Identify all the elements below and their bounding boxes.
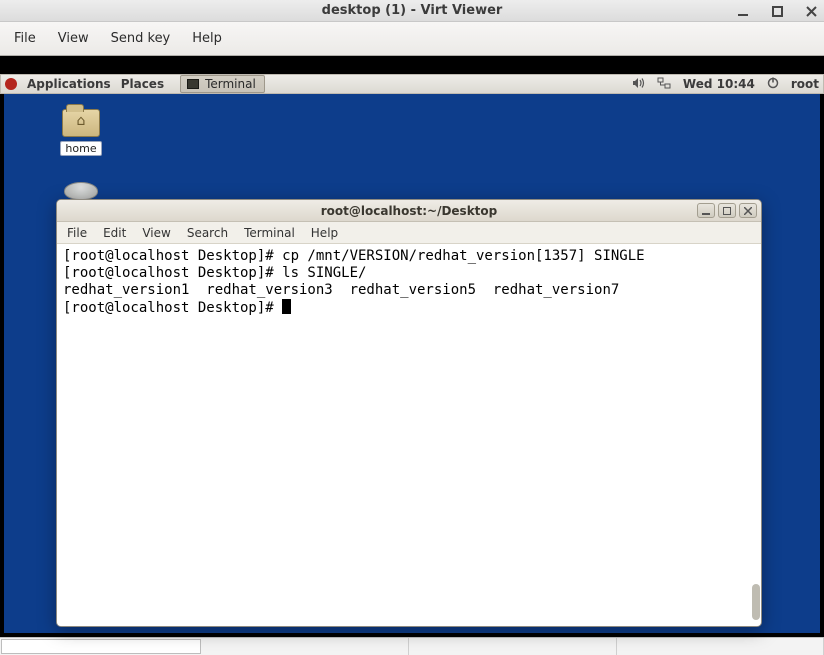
network-icon[interactable] — [657, 77, 671, 92]
trash-icon[interactable] — [64, 182, 98, 200]
home-folder[interactable]: home — [59, 109, 103, 156]
folder-icon — [62, 109, 100, 137]
maximize-icon[interactable] — [770, 4, 784, 18]
terminal-maximize-button[interactable] — [718, 203, 736, 218]
volume-icon[interactable] — [632, 77, 645, 92]
terminal-line-3: [root@localhost Desktop]# — [63, 300, 282, 316]
panel-user[interactable]: root — [791, 77, 819, 91]
terminal-titlebar[interactable]: root@localhost:~/Desktop — [57, 200, 761, 222]
vv-menu-send-key[interactable]: Send key — [111, 31, 171, 46]
minimize-icon[interactable] — [736, 4, 750, 18]
term-menu-help[interactable]: Help — [311, 226, 338, 240]
vv-menu-file[interactable]: File — [14, 31, 36, 46]
terminal-minimize-button[interactable] — [697, 203, 715, 218]
virt-viewer-titlebar: desktop (1) - Virt Viewer — [0, 0, 824, 22]
close-icon[interactable] — [804, 4, 818, 18]
virt-viewer-blackbar — [0, 56, 824, 74]
terminal-line-2: redhat_version1 redhat_version3 redhat_v… — [63, 282, 619, 298]
bottom-strip — [0, 637, 824, 655]
term-menu-search[interactable]: Search — [187, 226, 228, 240]
vv-menu-view[interactable]: View — [58, 31, 89, 46]
terminal-menubar: File Edit View Search Terminal Help — [57, 222, 761, 244]
taskbar-terminal-label: Terminal — [205, 77, 256, 91]
power-icon[interactable] — [767, 77, 779, 92]
virt-viewer-title: desktop (1) - Virt Viewer — [322, 3, 503, 18]
bottom-seg-4 — [617, 638, 824, 655]
redhat-logo-icon[interactable] — [5, 78, 17, 90]
term-menu-file[interactable]: File — [67, 226, 87, 240]
panel-applications[interactable]: Applications — [27, 77, 111, 91]
bottom-seg-3 — [409, 638, 616, 655]
term-menu-view[interactable]: View — [142, 226, 170, 240]
terminal-body[interactable]: [root@localhost Desktop]# cp /mnt/VERSIO… — [57, 244, 761, 626]
bottom-seg-2 — [202, 638, 409, 655]
terminal-line-0: [root@localhost Desktop]# cp /mnt/VERSIO… — [63, 248, 645, 264]
terminal-title: root@localhost:~/Desktop — [321, 204, 498, 218]
vv-menu-help[interactable]: Help — [192, 31, 222, 46]
panel-places[interactable]: Places — [121, 77, 164, 91]
home-folder-label: home — [60, 141, 101, 156]
terminal-scrollbar-thumb[interactable] — [752, 584, 760, 620]
gnome-top-panel: Applications Places Terminal Wed 10:44 r… — [0, 74, 824, 94]
taskbar-terminal-button[interactable]: Terminal — [180, 75, 265, 93]
terminal-cursor — [282, 299, 291, 314]
bottom-seg-1 — [1, 639, 201, 654]
virt-viewer-menubar: File View Send key Help — [0, 22, 824, 56]
vm-desktop[interactable]: home root@localhost:~/Desktop File Edit … — [0, 94, 824, 637]
terminal-window: root@localhost:~/Desktop File Edit View … — [56, 199, 762, 627]
terminal-icon — [187, 79, 199, 89]
term-menu-edit[interactable]: Edit — [103, 226, 126, 240]
term-menu-terminal[interactable]: Terminal — [244, 226, 295, 240]
panel-clock[interactable]: Wed 10:44 — [683, 77, 755, 91]
terminal-line-1: [root@localhost Desktop]# ls SINGLE/ — [63, 265, 366, 281]
terminal-close-button[interactable] — [739, 203, 757, 218]
